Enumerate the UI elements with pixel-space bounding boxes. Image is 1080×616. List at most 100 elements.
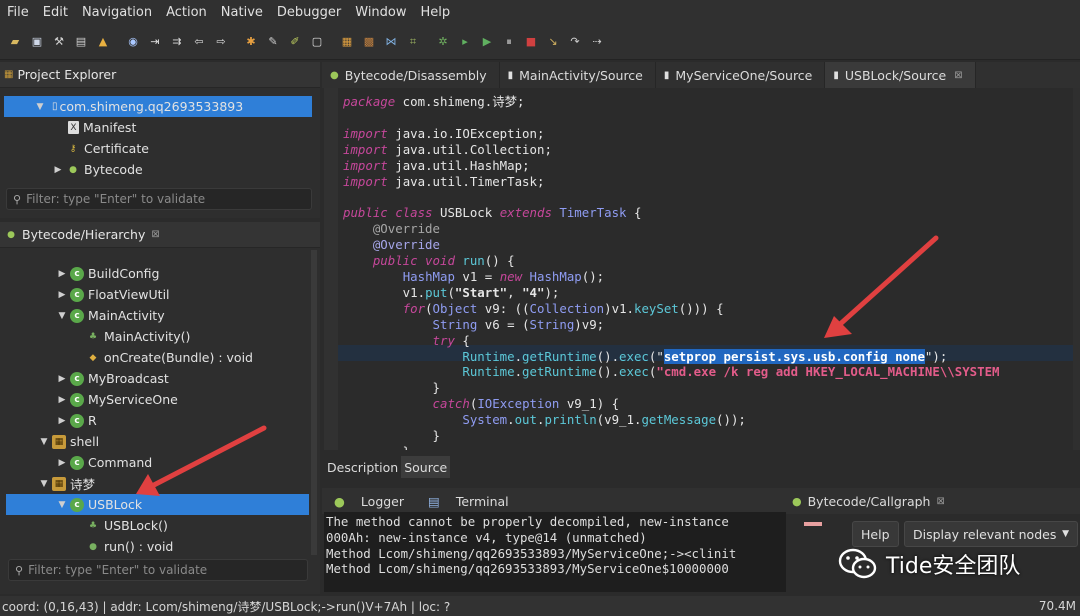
step-icon[interactable]: ⇥ [144,31,166,53]
grid-icon[interactable]: ▦ [336,31,358,53]
comment-icon[interactable]: ✎ [262,31,284,53]
grid2-icon[interactable]: ▩ [358,31,380,53]
run2-icon[interactable]: ▶ [476,31,498,53]
editor-tab-usblock-source[interactable]: ▮ USBLock/Source ⊠ [825,62,976,88]
tree-item-certificate[interactable]: ⚷ Certificate [64,138,149,159]
export-icon[interactable]: ⇉ [166,31,188,53]
tab-terminal[interactable]: ▤ Terminal [416,494,521,509]
chevron-right-icon[interactable]: ▶ [56,458,68,468]
step-over-icon[interactable]: ↷ [564,31,586,53]
close-icon[interactable]: ⊠ [954,70,962,81]
logger-output[interactable]: The method cannot be properly decompiled… [324,512,786,592]
chevron-down-icon[interactable]: ▼ [34,102,46,112]
step-out-icon[interactable]: ⇢ [586,31,608,53]
help-button[interactable]: Help [852,521,899,547]
hierarchy-item[interactable]: ◆ onCreate(Bundle) : void [84,347,253,368]
tree-root-package[interactable]: ▼ ▯ com.shimeng.qq2693533893 [4,96,312,117]
editor-tab-bytecode-disassembly[interactable]: ● Bytecode/Disassembly [322,62,500,88]
menu-debugger[interactable]: Debugger [270,5,348,20]
tab-logger[interactable]: ● Logger [322,494,416,509]
chevron-right-icon[interactable]: ▶ [56,374,68,384]
code-editor[interactable]: package com.shimeng.诗梦; import java.io.I… [324,88,1080,450]
step-into-icon[interactable]: ↘ [542,31,564,53]
doc-icon[interactable]: ▢ [306,31,328,53]
menu-native[interactable]: Native [214,5,270,20]
chevron-right-icon[interactable]: ▶ [56,269,68,279]
bug-icon[interactable]: ✲ [432,31,454,53]
hierarchy-filter[interactable]: ⚲ [8,559,308,581]
menu-help[interactable]: Help [414,5,458,20]
chevron-right-icon[interactable]: ▶ [56,416,68,426]
menu-bar: File Edit Navigation Action Native Debugger Wi… [0,0,1080,24]
tool-icon[interactable]: ▤ [70,31,92,53]
menu-navigation[interactable]: Navigation [75,5,159,20]
editor-tab-mainactivity-source[interactable]: ▮ MainActivity/Source [500,62,656,88]
tree-icon[interactable]: ⌗ [402,31,424,53]
chevron-down-icon[interactable]: ▼ [38,437,50,447]
hierarchy-item[interactable]: ▶ c MyBroadcast [56,368,169,389]
hierarchy-filter-input[interactable] [28,563,279,577]
back-icon[interactable]: ⇦ [188,31,210,53]
globe-icon[interactable]: ◉ [122,31,144,53]
project-explorer-tab[interactable]: ▦ Project Explorer [0,62,320,88]
hierarchy-item[interactable]: ▶ c FloatViewUtil [56,284,170,305]
editor-tab-label: USBLock/Source [844,67,947,83]
menu-file[interactable]: File [0,5,36,20]
root-package-label: com.shimeng.qq2693533893 [59,99,244,114]
hierarchy-scrollbar[interactable] [311,250,317,555]
forward-icon[interactable]: ⇨ [210,31,232,53]
chevron-right-icon[interactable]: ▶ [52,165,64,175]
editor-scrollbar[interactable] [1073,88,1080,450]
hierarchy-item[interactable]: ▶ c BuildConfig [56,263,160,284]
display-nodes-dropdown[interactable]: Display relevant nodes ▼ [904,521,1078,547]
menu-edit[interactable]: Edit [36,5,75,20]
chevron-right-icon[interactable]: ▶ [56,290,68,300]
selected-command-string[interactable]: setprop persist.sys.usb.config none [663,348,925,364]
menu-action[interactable]: Action [159,5,214,20]
pencil-icon[interactable]: ✐ [284,31,306,53]
tab-logger-label: Logger [360,493,405,509]
open-icon[interactable]: ▰ [4,31,26,53]
android-icon: ● [334,493,345,509]
explorer-filter[interactable]: ⚲ [6,188,312,210]
hierarchy-item[interactable]: ▼ c MainActivity [56,305,165,326]
hierarchy-item[interactable]: ▶ c MyServiceOne [56,389,178,410]
project-explorer-title: Project Explorer [17,67,117,82]
source-code[interactable]: package com.shimeng.诗梦; import java.io.I… [343,94,1000,450]
menu-window[interactable]: Window [348,5,413,20]
gears-icon[interactable]: ✱ [240,31,262,53]
editor-tab-myserviceone-source[interactable]: ▮ MyServiceOne/Source [656,62,826,88]
run-icon[interactable]: ▸ [454,31,476,53]
hierarchy-item[interactable]: ▼ ▦ shell [38,431,100,452]
close-icon[interactable]: ⊠ [936,496,944,507]
save-icon[interactable]: ▣ [26,31,48,53]
tree-item-bytecode[interactable]: ▶ ● Bytecode [52,159,143,180]
close-icon[interactable]: ⊠ [151,229,159,240]
tab-source[interactable]: Source [401,456,451,478]
stop-icon[interactable]: ■ [520,31,542,53]
hierarchy-item-label: Command [88,455,153,470]
hierarchy-item[interactable]: ▼ c USBLock [6,494,309,515]
tree-item-manifest[interactable]: X Manifest [66,117,136,138]
chevron-down-icon[interactable]: ▼ [56,311,68,321]
pause-icon[interactable]: ⏸ [498,31,520,53]
chevron-down-icon[interactable]: ▼ [56,500,68,510]
hierarchy-item[interactable]: ▶ c Command [56,452,153,473]
tab-description[interactable]: Description [324,456,401,478]
hierarchy-item[interactable]: ● run() : void [84,536,173,557]
flame-icon[interactable]: ▲ [92,31,114,53]
hierarchy-tab[interactable]: ● Bytecode/Hierarchy ⊠ [0,222,320,248]
class-icon: c [70,497,84,512]
graph-icon[interactable]: ⋈ [380,31,402,53]
hierarchy-item[interactable]: ▶ c R [56,410,97,431]
callgraph-title[interactable]: Bytecode/Callgraph [808,494,931,509]
method-icon: ♣ [88,520,98,531]
hierarchy-item[interactable]: ▼ ▦ 诗梦 [38,473,95,494]
chevron-down-icon[interactable]: ▼ [38,479,50,489]
wrench-icon[interactable]: ⚒ [48,31,70,53]
chevron-right-icon[interactable]: ▶ [56,395,68,405]
hierarchy-item[interactable]: ♣ MainActivity() [84,326,190,347]
status-coords: coord: (0,16,43) | addr: Lcom/shimeng/诗梦… [2,599,451,614]
explorer-filter-input[interactable] [26,192,277,206]
hierarchy-item[interactable]: ♣ USBLock() [84,515,168,536]
